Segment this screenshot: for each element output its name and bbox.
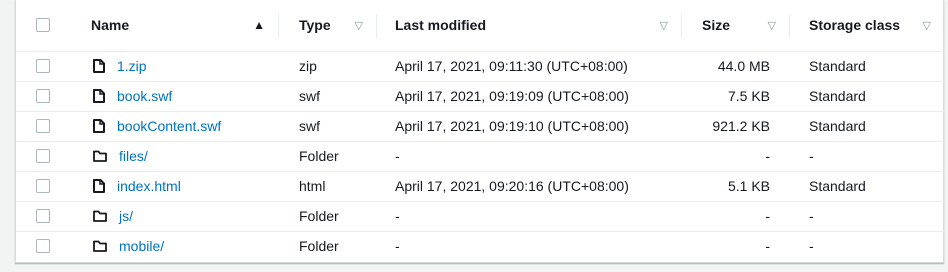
table-row[interactable]: bookContent.swf swf April 17, 2021, 09:1… (16, 111, 945, 142)
file-icon (93, 179, 105, 193)
object-name-link[interactable]: book.swf (117, 88, 172, 104)
column-header-type[interactable]: Type ▽ (279, 0, 377, 52)
object-storage-class: Standard (790, 51, 945, 82)
table-row[interactable]: mobile/ Folder - - - (16, 231, 945, 261)
object-last-modified: April 17, 2021, 09:11:30 (UTC+08:00) (377, 51, 682, 82)
sort-toggle-icon[interactable]: ▽ (355, 19, 377, 32)
column-header-size[interactable]: Size ▽ (682, 0, 790, 52)
object-name-link[interactable]: 1.zip (117, 58, 147, 74)
sort-toggle-icon[interactable]: ▽ (923, 19, 945, 32)
object-type: Folder (279, 141, 377, 172)
object-storage-class: - (790, 141, 945, 172)
object-storage-class: - (790, 201, 945, 232)
folder-icon (93, 150, 107, 162)
table-header-row: Name ▲ Type ▽ Last modified ▽ Size ▽ Sto… (16, 0, 945, 52)
object-last-modified: April 17, 2021, 09:19:09 (UTC+08:00) (377, 81, 682, 112)
object-storage-class: - (809, 238, 814, 255)
object-size: 7.5 KB (682, 81, 790, 112)
file-icon (93, 89, 105, 103)
object-type: html (279, 171, 377, 202)
object-type: Folder (279, 201, 377, 232)
object-size: 921.2 KB (682, 111, 790, 142)
column-header-type-label: Type (299, 17, 331, 34)
column-header-storage-class[interactable]: Storage class ▽ (790, 0, 945, 52)
object-name-link[interactable]: bookContent.swf (117, 118, 221, 134)
table-row[interactable]: files/ Folder - - - (16, 141, 945, 172)
table-row[interactable]: index.html html April 17, 2021, 09:20:16… (16, 171, 945, 202)
column-header-name-label: Name (91, 17, 130, 34)
row-checkbox[interactable] (36, 149, 50, 163)
object-last-modified: April 17, 2021, 09:20:16 (UTC+08:00) (377, 171, 682, 202)
table-row[interactable]: js/ Folder - - - (16, 201, 945, 232)
sort-toggle-icon[interactable]: ▽ (768, 19, 790, 32)
column-header-name[interactable]: Name ▲ (72, 0, 279, 52)
column-header-last-modified-label: Last modified (395, 17, 487, 34)
object-size: - (682, 141, 790, 172)
object-type: swf (279, 111, 377, 142)
object-last-modified: April 17, 2021, 09:19:10 (UTC+08:00) (377, 111, 682, 142)
row-checkbox[interactable] (36, 179, 50, 193)
object-last-modified: - (377, 141, 682, 172)
object-type: swf (279, 81, 377, 112)
object-type: zip (279, 51, 377, 82)
object-size: 5.1 KB (682, 171, 790, 202)
select-all-header (16, 0, 72, 52)
column-header-last-modified[interactable]: Last modified ▽ (377, 0, 682, 52)
select-all-checkbox[interactable] (36, 18, 50, 33)
sort-ascending-icon[interactable]: ▲ (253, 18, 279, 32)
row-checkbox[interactable] (36, 239, 50, 254)
table-row[interactable]: 1.zip zip April 17, 2021, 09:11:30 (UTC+… (16, 51, 945, 82)
objects-table-panel: Name ▲ Type ▽ Last modified ▽ Size ▽ Sto… (15, 0, 945, 263)
object-storage-class: Standard (790, 81, 945, 112)
object-name-link[interactable]: mobile/ (119, 238, 164, 254)
object-size: 44.0 MB (682, 51, 790, 82)
table-row[interactable]: book.swf swf April 17, 2021, 09:19:09 (U… (16, 81, 945, 112)
object-name-link[interactable]: files/ (119, 148, 148, 164)
objects-table: Name ▲ Type ▽ Last modified ▽ Size ▽ Sto… (16, 0, 945, 261)
row-checkbox[interactable] (36, 89, 50, 103)
file-icon (93, 59, 105, 73)
object-size: - (765, 238, 770, 255)
object-last-modified: - (377, 201, 682, 232)
row-checkbox[interactable] (36, 59, 50, 73)
file-icon (93, 119, 105, 133)
column-header-size-label: Size (702, 17, 731, 34)
folder-icon (93, 240, 107, 253)
row-checkbox[interactable] (36, 209, 50, 223)
object-last-modified: - (395, 238, 400, 255)
sort-toggle-icon[interactable]: ▽ (660, 19, 682, 32)
column-header-storage-class-label: Storage class (809, 17, 901, 34)
object-size: - (682, 201, 790, 232)
object-storage-class: Standard (790, 111, 945, 142)
object-storage-class: Standard (790, 171, 945, 202)
object-name-link[interactable]: js/ (119, 208, 133, 224)
object-type: Folder (299, 238, 339, 255)
object-name-link[interactable]: index.html (117, 178, 181, 194)
row-checkbox[interactable] (36, 119, 50, 133)
folder-icon (93, 210, 107, 222)
